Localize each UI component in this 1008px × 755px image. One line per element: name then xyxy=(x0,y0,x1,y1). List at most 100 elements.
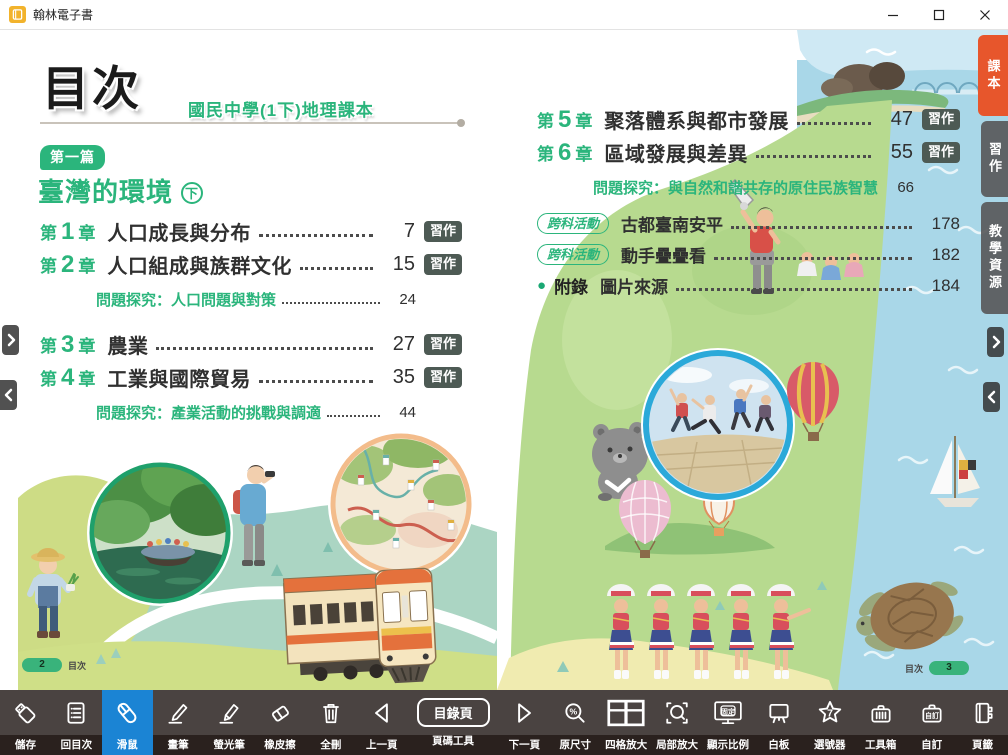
tool-whiteboard[interactable]: 白板 xyxy=(753,690,804,755)
number-picker-icon: 7 xyxy=(816,690,844,735)
tool-toolbox[interactable]: 工具箱 xyxy=(855,690,906,755)
trash-icon xyxy=(318,690,344,735)
tool-label: 選號器 xyxy=(804,735,855,755)
display-scale-icon: 固定 xyxy=(713,690,743,735)
chapter-title: 農業 xyxy=(107,330,148,359)
tool-label: 橡皮擦 xyxy=(255,735,306,755)
toc-entry-inquiry[interactable]: 問題探究：產業活動的挑戰與調適 44 xyxy=(40,397,462,427)
toc-page-button[interactable]: 目錄頁 xyxy=(417,698,490,727)
toc-entry-inquiry[interactable]: 問題探究：人口問題與對策 24 xyxy=(40,284,462,314)
maximize-button[interactable] xyxy=(916,0,962,30)
toc-entry-appendix[interactable]: ● 附錄 圖片來源 184 xyxy=(537,270,960,301)
tool-original-size[interactable]: % 原尺寸 xyxy=(550,690,601,755)
highlighter-icon xyxy=(216,690,242,735)
tool-pen[interactable]: 畫筆 xyxy=(153,690,204,755)
appendix-label: 附錄 xyxy=(554,273,588,298)
tab-textbook[interactable]: 課本 xyxy=(978,35,1008,116)
workbook-badge[interactable]: 習作 xyxy=(424,367,462,387)
cross-subject-badge: 跨科活動 xyxy=(537,244,609,266)
left-panel-expand-button[interactable] xyxy=(2,325,19,355)
tool-label: 上一頁 xyxy=(356,735,407,755)
tool-back-to-toc[interactable]: 回目次 xyxy=(51,690,102,755)
tool-label: 頁籤 xyxy=(957,735,1008,755)
close-button[interactable] xyxy=(962,0,1008,30)
chapter-number: 第5章 xyxy=(537,107,592,132)
page-number: 55 xyxy=(879,141,913,164)
tool-label: 全刪 xyxy=(305,735,356,755)
usb-save-icon xyxy=(12,690,38,735)
chapter-title: 人口成長與分布 xyxy=(107,217,251,246)
tool-label: 工具箱 xyxy=(855,735,906,755)
tool-highlighter[interactable]: 螢光筆 xyxy=(204,690,255,755)
tool-number-picker[interactable]: 7 選號器 xyxy=(804,690,855,755)
chapter-number: 第2章 xyxy=(40,252,95,277)
dot-leader xyxy=(300,267,373,270)
minimize-button[interactable] xyxy=(870,0,916,30)
right-panel-collapse-button[interactable] xyxy=(983,382,1000,412)
toc-entry-ch5[interactable]: 第5章 聚落體系與都市發展 47 習作 xyxy=(537,103,960,136)
custom-tool-icon: 自訂 xyxy=(919,690,945,735)
page-number: 184 xyxy=(920,276,960,296)
mouse-icon xyxy=(113,690,141,735)
appendix-title: 圖片來源 xyxy=(600,273,668,298)
workbook-badge[interactable]: 習作 xyxy=(424,254,462,274)
toc-entry-inquiry[interactable]: 問題探究：與自然和諧共存的原住民族智慧 66 xyxy=(537,172,960,202)
tool-next-page[interactable]: 下一頁 xyxy=(499,690,550,755)
dot-leader xyxy=(156,347,373,350)
workbook-badge[interactable]: 習作 xyxy=(922,109,960,129)
tab-teaching-resources[interactable]: 教學資源 xyxy=(981,202,1008,314)
toc-entry-ch1[interactable]: 第1章 人口成長與分布 7 習作 xyxy=(40,215,462,248)
tool-label: 下一頁 xyxy=(499,735,550,755)
pen-icon xyxy=(165,690,191,735)
toc-entry-activity[interactable]: 跨科活動 動手疊疊看 182 xyxy=(537,239,960,270)
svg-text:自訂: 自訂 xyxy=(925,710,939,719)
left-page-footer: 2 目次 xyxy=(22,658,86,672)
toc-right-column: 第5章 聚落體系與都市發展 47 習作 第6章 區域發展與差異 55 習作 問題… xyxy=(537,103,960,301)
workbook-badge[interactable]: 習作 xyxy=(922,142,960,162)
inquiry-title: 問題探究：與自然和諧共存的原住民族智慧 xyxy=(593,177,878,198)
tool-label: 局部放大 xyxy=(652,735,703,755)
tool-delete-all[interactable]: 全刪 xyxy=(305,690,356,755)
workbook-badge[interactable]: 習作 xyxy=(424,334,462,354)
tool-custom[interactable]: 自訂 自訂 xyxy=(906,690,957,755)
tool-mouse[interactable]: 滑鼠 xyxy=(102,690,153,755)
tool-display-scale[interactable]: 固定 顯示比例 xyxy=(703,690,754,755)
toc-entry-ch4[interactable]: 第4章 工業與國際貿易 35 習作 xyxy=(40,361,462,394)
part-title: 臺灣的環境下 xyxy=(38,172,203,209)
part-badge: 第一篇 xyxy=(40,145,105,170)
tool-save[interactable]: 儲存 xyxy=(0,690,51,755)
toc-entry-ch2[interactable]: 第2章 人口組成與族群文化 15 習作 xyxy=(40,248,462,281)
chevron-left-icon xyxy=(3,387,15,403)
tool-previous-page[interactable]: 上一頁 xyxy=(356,690,407,755)
left-panel-collapse-button[interactable] xyxy=(0,380,17,410)
toc-entry-ch3[interactable]: 第3章 農業 27 習作 xyxy=(40,328,462,361)
toc-entry-activity[interactable]: 跨科活動 古都臺南安平 178 xyxy=(537,208,960,239)
workbook-badge[interactable]: 習作 xyxy=(424,221,462,241)
window-titlebar: 翰林電子書 xyxy=(0,0,1008,30)
dot-leader xyxy=(327,415,380,417)
toc-entry-ch6[interactable]: 第6章 區域發展與差異 55 習作 xyxy=(537,136,960,169)
tab-workbook[interactable]: 習作 xyxy=(981,121,1008,197)
book-subtitle: 國民中學(1下)地理課本 xyxy=(188,96,374,121)
tool-page-number[interactable]: 目錄頁 頁碼工具 xyxy=(407,690,499,755)
chevron-left-icon xyxy=(986,389,998,405)
volume-mark: 下 xyxy=(181,182,203,204)
svg-text:7: 7 xyxy=(827,707,833,719)
chapter-title: 聚落體系與都市發展 xyxy=(604,105,789,134)
tool-four-grid-zoom[interactable]: 四格放大 xyxy=(601,690,652,755)
page-tab-icon xyxy=(970,690,996,735)
tool-page-tabs[interactable]: 頁籤 xyxy=(957,690,1008,755)
chapter-title: 人口組成與族群文化 xyxy=(107,250,292,279)
tool-area-zoom[interactable]: 局部放大 xyxy=(652,690,703,755)
book-spread: 目次 國民中學(1下)地理課本 第一篇 臺灣的環境下 第1章 人口成長與分布 7… xyxy=(0,30,1008,690)
toc-left-column: 第1章 人口成長與分布 7 習作 第2章 人口組成與族群文化 15 習作 問題探… xyxy=(40,215,462,433)
right-panel-expand-button[interactable] xyxy=(987,327,1004,357)
page-number: 182 xyxy=(920,245,960,265)
dot-leader xyxy=(756,155,871,158)
cross-subject-badge: 跨科活動 xyxy=(537,213,609,235)
tool-label: 原尺寸 xyxy=(550,735,601,755)
chevron-right-icon xyxy=(5,332,17,348)
page-number: 24 xyxy=(386,291,416,308)
inquiry-title: 問題探究：產業活動的挑戰與調適 xyxy=(96,402,321,423)
tool-eraser[interactable]: 橡皮擦 xyxy=(255,690,306,755)
